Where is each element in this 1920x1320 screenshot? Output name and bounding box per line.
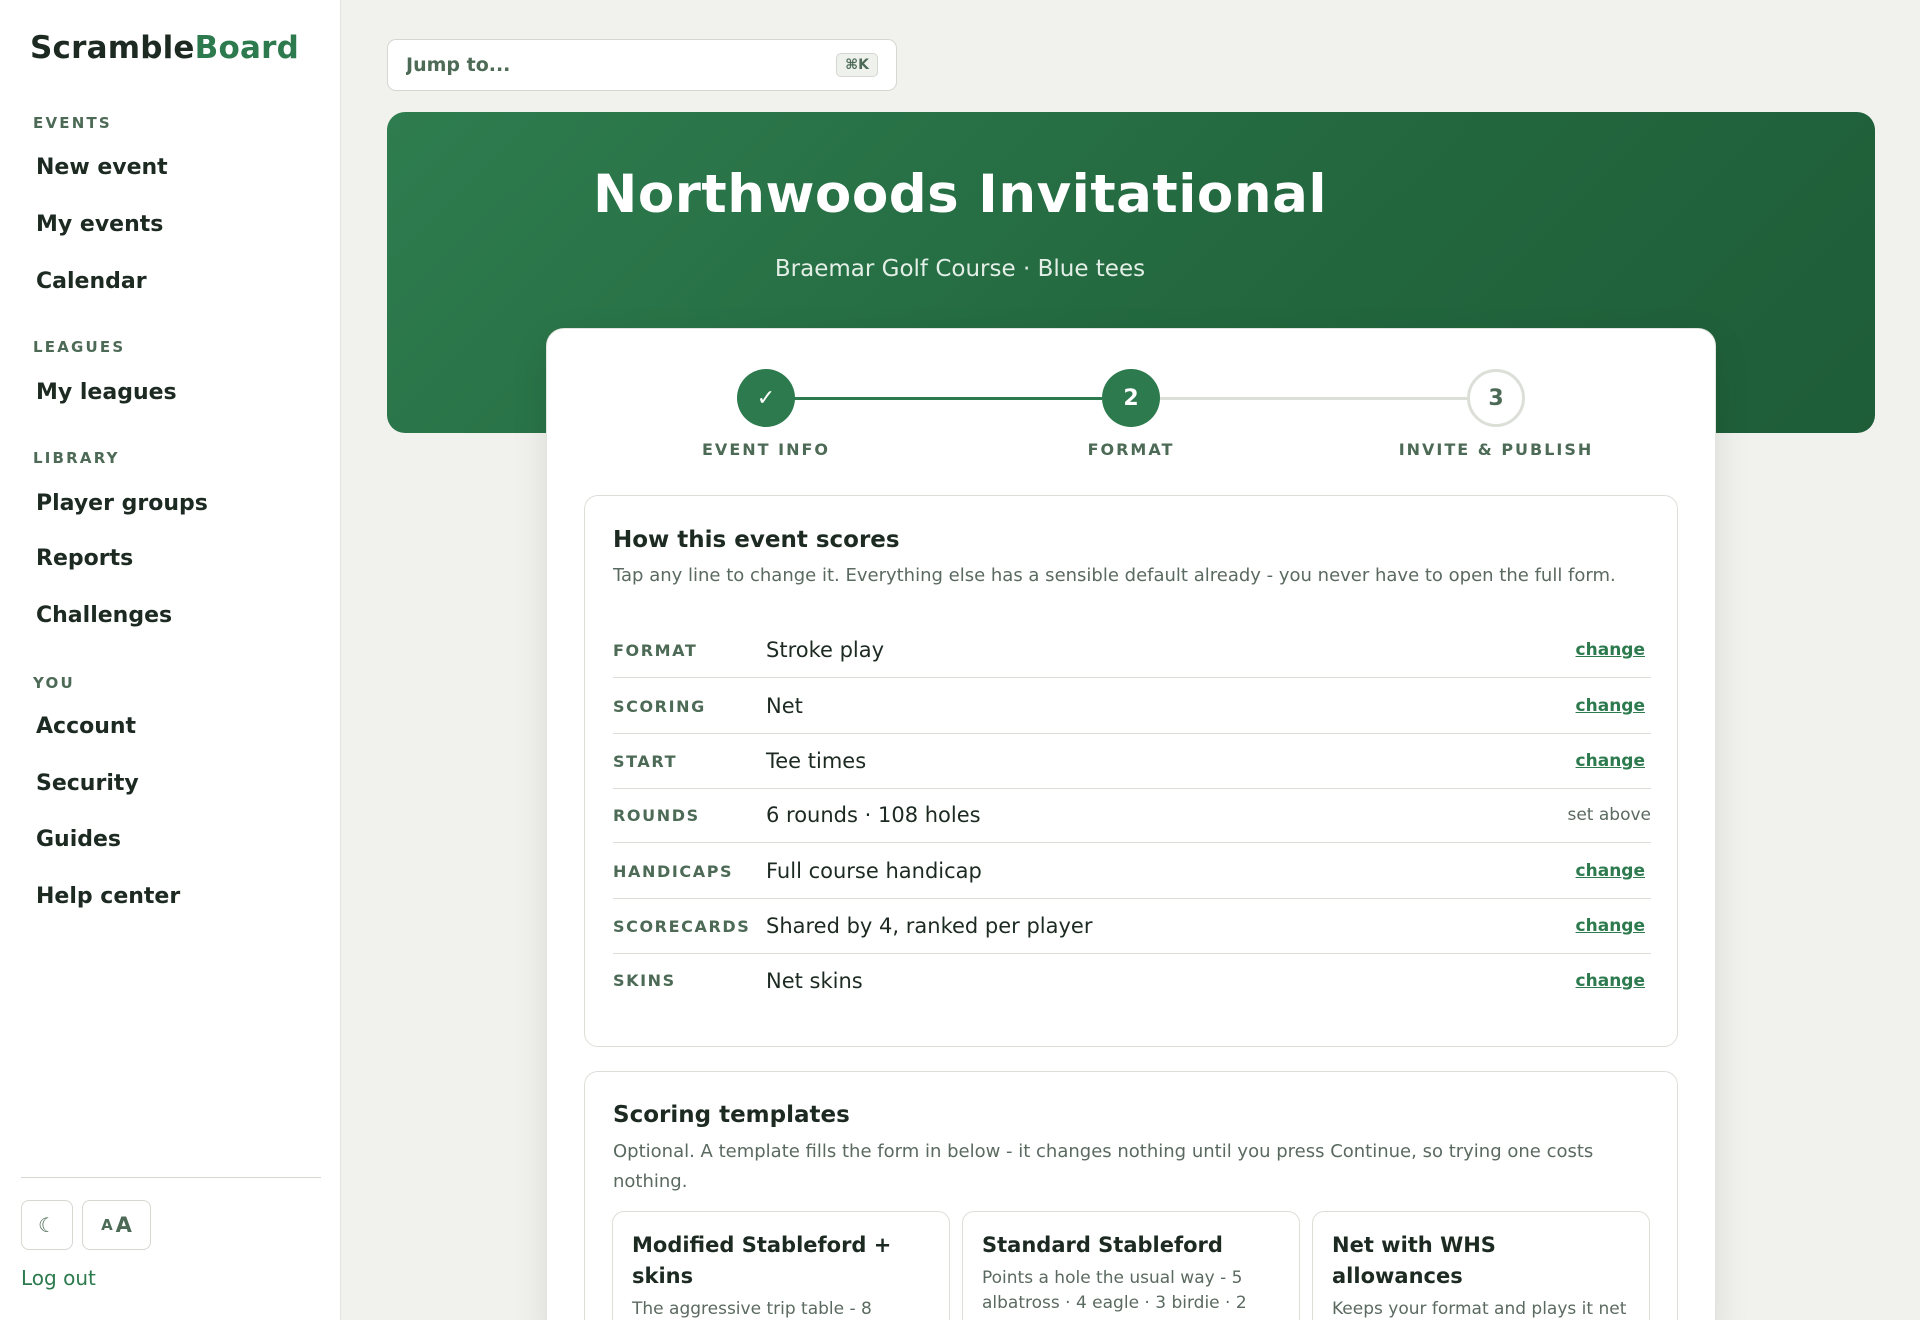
template-title: Net with WHS allowances	[1332, 1233, 1496, 1288]
row-label: HANDICAPS	[613, 861, 734, 881]
row-value: Full course handicap	[766, 859, 982, 883]
panel-title: Scoring templates	[613, 1102, 850, 1128]
step-number: 3	[1488, 385, 1504, 411]
jump-to-search[interactable]: ⌘K	[387, 39, 897, 91]
row-label: SCORECARDS	[613, 916, 751, 936]
text-size-large-icon: A	[115, 1213, 132, 1237]
nav-item-guides[interactable]: Guides	[24, 817, 324, 863]
step-number: 2	[1123, 385, 1139, 411]
change-skins-link[interactable]: change	[1576, 971, 1651, 991]
step-event-info-marker[interactable]: ✓	[737, 369, 795, 427]
row-value: Shared by 4, ranked per player	[766, 914, 1093, 938]
brand-name-part2: Board	[194, 30, 299, 66]
change-scoring-link[interactable]: change	[1576, 696, 1651, 716]
template-card-modified-stableford[interactable]: Modified Stableford + skins The aggressi…	[612, 1211, 950, 1320]
nav-section-leagues: LEAGUES	[33, 338, 126, 356]
row-value: Net	[766, 694, 803, 718]
stepper-connector-2	[1159, 397, 1467, 400]
panel-description: Optional. A template fills the form in b…	[613, 1141, 1594, 1192]
step-format-marker[interactable]: 2	[1102, 369, 1160, 427]
step-invite-publish-marker[interactable]: 3	[1467, 369, 1525, 427]
template-title: Modified Stableford + skins	[632, 1233, 892, 1288]
scoring-row-scorecards[interactable]: SCORECARDS Shared by 4, ranked per playe…	[613, 899, 1651, 954]
moon-icon: ☾	[38, 1213, 56, 1237]
row-value: 6 rounds · 108 holes	[766, 803, 981, 827]
nav-item-player-groups[interactable]: Player groups	[24, 481, 324, 527]
scoring-row-handicaps[interactable]: HANDICAPS Full course handicap change	[613, 844, 1651, 899]
nav-item-challenges[interactable]: Challenges	[24, 593, 324, 639]
event-title: Northwoods Invitational	[592, 164, 1328, 225]
logout-link[interactable]: Log out	[21, 1266, 96, 1290]
row-label: SKINS	[613, 971, 676, 990]
sidebar-divider	[21, 1177, 321, 1178]
template-description: The aggressive trip table - 8	[632, 1299, 872, 1319]
row-value: Stroke play	[766, 638, 885, 662]
step-event-info-label[interactable]: EVENT INFO	[636, 440, 896, 459]
dark-mode-toggle[interactable]: ☾	[21, 1200, 73, 1250]
template-description: Keeps your format and plays it net at th…	[1332, 1299, 1627, 1319]
nav-section-library: LIBRARY	[33, 449, 120, 467]
scoring-summary-panel: How this event scores Tap any line to ch…	[584, 495, 1678, 1047]
row-label: ROUNDS	[613, 805, 700, 825]
scoring-row-skins[interactable]: SKINS Net skins change	[613, 953, 1651, 1008]
step-invite-publish-label[interactable]: INVITE & PUBLISH	[1366, 440, 1626, 459]
change-scorecards-link[interactable]: change	[1576, 916, 1651, 936]
row-value: Net skins	[766, 968, 863, 993]
scoring-row-rounds: ROUNDS 6 rounds · 108 holes set above	[613, 788, 1651, 843]
nav-section-you: YOU	[33, 674, 75, 692]
nav-item-help-center[interactable]: Help center	[24, 874, 324, 920]
row-label: SCORING	[613, 696, 706, 716]
row-label: FORMAT	[613, 640, 698, 660]
scoring-row-scoring[interactable]: SCORING Net change	[613, 679, 1651, 734]
template-title: Standard Stableford	[982, 1233, 1223, 1257]
scoring-row-start[interactable]: START Tee times change	[613, 734, 1651, 789]
row-value: Tee times	[766, 749, 867, 773]
panel-description: Tap any line to change it. Everything el…	[613, 565, 1616, 586]
text-size-button[interactable]: AA	[82, 1200, 151, 1250]
brand-name-part1: Scramble	[30, 30, 195, 66]
event-course-subtitle: Braemar Golf Course · Blue tees	[774, 256, 1146, 282]
keyboard-shortcut-badge: ⌘K	[836, 53, 878, 77]
change-start-link[interactable]: change	[1576, 751, 1651, 771]
text-size-small-icon: A	[101, 1216, 113, 1234]
template-description: Points a hole the usual way - 5 albatros…	[982, 1268, 1247, 1313]
set-above-note: set above	[1567, 805, 1651, 825]
template-card-net-whs[interactable]: Net with WHS allowances Keeps your forma…	[1312, 1211, 1650, 1320]
nav-section-events: EVENTS	[33, 114, 112, 132]
nav-item-security[interactable]: Security	[24, 761, 324, 807]
nav-item-my-leagues[interactable]: My leagues	[24, 370, 324, 416]
brand-logo[interactable]: ScrambleBoard	[30, 30, 299, 66]
template-card-standard-stableford[interactable]: Standard Stableford Points a hole the us…	[962, 1211, 1300, 1320]
nav-item-reports[interactable]: Reports	[24, 536, 324, 582]
nav-item-account[interactable]: Account	[24, 704, 324, 750]
step-format-label[interactable]: FORMAT	[1001, 440, 1261, 459]
stepper-connector-1	[794, 397, 1102, 400]
change-handicaps-link[interactable]: change	[1576, 861, 1651, 881]
panel-title: How this event scores	[613, 527, 900, 553]
row-label: START	[613, 751, 678, 771]
change-format-link[interactable]: change	[1576, 640, 1651, 660]
jump-to-input[interactable]	[406, 54, 837, 76]
scoring-row-format[interactable]: FORMAT Stroke play change	[613, 623, 1651, 678]
checkmark-icon: ✓	[756, 385, 776, 411]
